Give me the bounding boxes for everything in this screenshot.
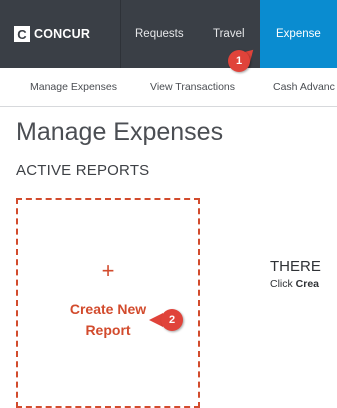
empty-hint-prefix: Click	[270, 278, 296, 290]
top-navigation-bar: C CONCUR Requests Travel Expense	[0, 0, 337, 68]
subnav-view-transactions-label: View Transactions	[150, 81, 236, 93]
subnav-cash-advances-label: Cash Advanc	[273, 81, 335, 93]
callout-1-number: 1	[235, 55, 243, 67]
empty-state-hint: Click Crea	[270, 278, 319, 290]
active-reports-heading: ACTIVE REPORTS	[16, 162, 150, 179]
sub-navigation: Manage Expenses View Transactions Cash A…	[0, 68, 337, 107]
nav-divider	[120, 0, 121, 68]
subnav-view-transactions[interactable]: View Transactions	[150, 68, 235, 106]
callout-2-number: 2	[168, 314, 176, 326]
nav-expense-label: Expense	[276, 28, 321, 40]
nav-requests[interactable]: Requests	[135, 0, 184, 68]
subnav-cash-advances[interactable]: Cash Advanc	[273, 68, 335, 106]
nav-requests-label: Requests	[135, 28, 184, 40]
subnav-manage-expenses-label: Manage Expenses	[30, 81, 117, 93]
callout-2-badge: 2	[161, 309, 183, 331]
page-title: Manage Expenses	[16, 118, 224, 146]
nav-travel-label: Travel	[213, 28, 245, 40]
callout-1-badge: 1	[228, 50, 250, 72]
concur-logo-icon: C	[14, 26, 30, 42]
empty-hint-bold: Crea	[295, 278, 320, 290]
plus-icon: +	[101, 258, 115, 283]
empty-state-title: THERE	[270, 258, 321, 275]
create-new-report-tile[interactable]: + Create New Report	[16, 198, 200, 408]
nav-expense[interactable]: Expense	[260, 0, 337, 68]
logo-text: CONCUR	[34, 27, 91, 41]
concur-logo[interactable]: C CONCUR	[14, 14, 114, 54]
subnav-manage-expenses[interactable]: Manage Expenses	[30, 68, 117, 106]
